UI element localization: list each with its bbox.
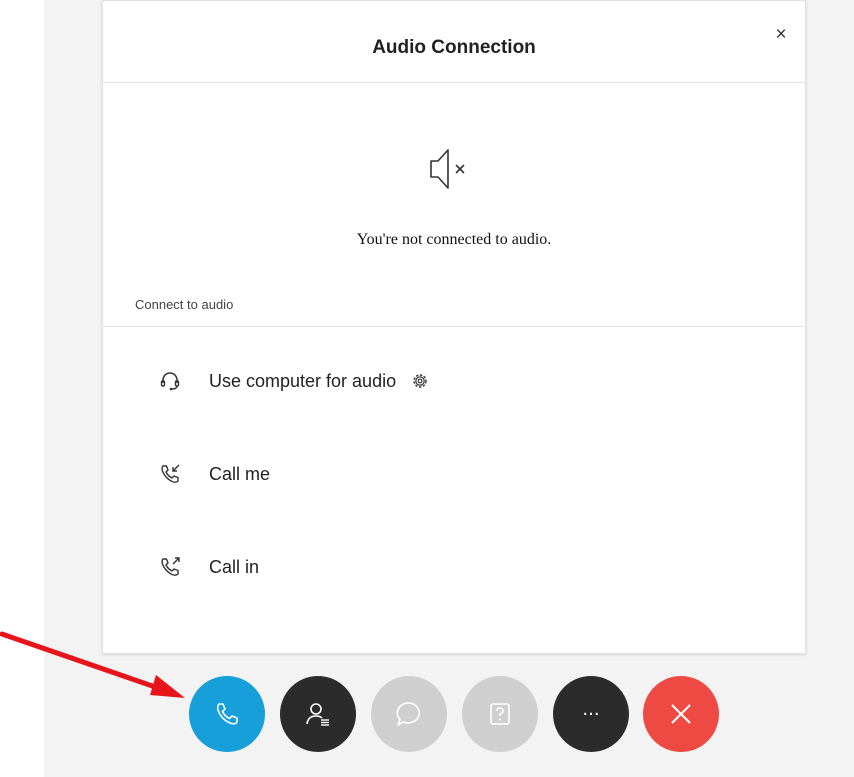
use-computer-audio-option[interactable]: Use computer for audio xyxy=(159,363,719,399)
close-icon xyxy=(671,704,691,724)
leave-button[interactable] xyxy=(643,676,719,752)
speaker-muted-icon xyxy=(430,149,465,189)
audio-connection-dialog: Audio Connection × You're not connected … xyxy=(102,0,806,654)
dialog-header: Audio Connection × xyxy=(103,1,805,83)
audio-status-text: You're not connected to audio. xyxy=(356,231,552,248)
chat-button[interactable] xyxy=(371,676,447,752)
connect-to-audio-label: Connect to audio xyxy=(135,297,234,312)
gear-icon[interactable] xyxy=(410,371,430,391)
more-icon: ··· xyxy=(582,703,600,725)
question-icon xyxy=(490,703,510,725)
divider xyxy=(103,326,805,327)
dialog-title: Audio Connection xyxy=(372,37,536,58)
qa-button[interactable] xyxy=(462,676,538,752)
audio-button[interactable] xyxy=(189,676,265,752)
call-in-option[interactable]: Call in xyxy=(159,549,719,585)
chat-icon xyxy=(396,702,420,726)
option-label: Call me xyxy=(209,463,271,484)
close-button[interactable]: × xyxy=(771,25,791,45)
participants-icon xyxy=(306,703,329,726)
red-pointer-arrow-icon xyxy=(0,631,185,698)
option-label: Call in xyxy=(209,556,260,577)
participants-button[interactable] xyxy=(280,676,356,752)
phone-icon xyxy=(216,703,238,725)
headset-icon xyxy=(160,372,180,391)
more-button[interactable]: ··· xyxy=(553,676,629,752)
option-label: Use computer for audio xyxy=(209,370,397,391)
phone-outgoing-icon xyxy=(161,557,180,576)
phone-incoming-icon xyxy=(161,464,180,483)
call-me-option[interactable]: Call me xyxy=(159,456,719,492)
